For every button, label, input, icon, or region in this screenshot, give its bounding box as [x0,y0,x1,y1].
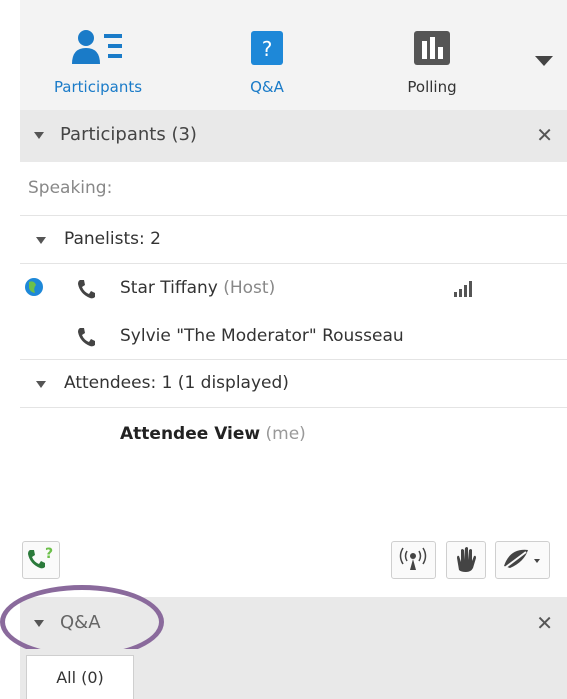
qa-icon: ? [251,31,283,65]
participants-panel-title: Participants (3) [60,124,197,145]
qa-tab-button[interactable]: ? Q&A [207,28,327,96]
attendees-label: Attendees: 1 (1 displayed) [64,373,289,393]
attendee-row-me[interactable]: Attendee View (me) [120,424,306,444]
broadcast-button[interactable] [391,541,436,579]
panel-toolbar: Participants ? Q&A Polling [20,0,567,110]
qa-tab-strip: All (0) [20,649,567,699]
panelists-label: Panelists: 2 [64,229,161,249]
audio-signal-icon [454,281,472,297]
attendees-collapse-icon[interactable] [36,381,46,388]
collapse-triangle-icon[interactable] [34,132,44,139]
host-role: (Host) [223,278,276,298]
qa-highlight-ellipse [0,585,164,659]
participants-tab-button[interactable]: Participants [38,28,158,96]
svg-text:?: ? [45,546,53,562]
close-qa-button[interactable]: ✕ [536,611,553,635]
attendee-name: Attendee View [120,424,261,444]
globe-icon [25,278,43,296]
qa-tab-all[interactable]: All (0) [26,655,134,699]
emoticon-icon [501,549,540,571]
speaking-row: Speaking: [20,162,567,216]
raise-hand-button[interactable] [446,541,486,579]
panelists-group-header[interactable]: Panelists: 2 [20,216,567,264]
emoticon-menu-button[interactable] [495,541,550,579]
attendee-me-suffix: (me) [265,424,306,444]
phone-icon [78,280,95,299]
participants-tab-label: Participants [53,78,143,96]
polling-icon [414,31,450,65]
call-help-button[interactable]: ? [22,541,60,579]
participants-icon [72,30,122,64]
host-name: Star Tiffany [120,278,218,298]
qa-tab-label: Q&A [250,78,284,96]
participants-panel-header[interactable]: Participants (3) ✕ [20,110,567,162]
panelists-collapse-icon[interactable] [36,237,46,244]
call-help-icon: ? [28,546,53,569]
moderator-name: Sylvie "The Moderator" Rousseau [120,326,404,346]
broadcast-icon [399,547,427,570]
attendees-group-header[interactable]: Attendees: 1 (1 displayed) [20,360,567,408]
participant-row-host[interactable]: Star Tiffany (Host) [20,264,567,312]
close-participants-button[interactable]: ✕ [536,123,553,147]
qa-icon-glyph: ? [262,37,273,61]
speaking-label: Speaking: [28,178,113,198]
phone-icon [78,328,95,347]
polling-tab-label: Polling [407,78,457,96]
more-dropdown-icon[interactable] [535,56,553,66]
participant-row-moderator[interactable]: Sylvie "The Moderator" Rousseau [20,312,567,360]
polling-tab-button[interactable]: Polling [372,28,492,96]
raise-hand-icon [457,547,476,572]
